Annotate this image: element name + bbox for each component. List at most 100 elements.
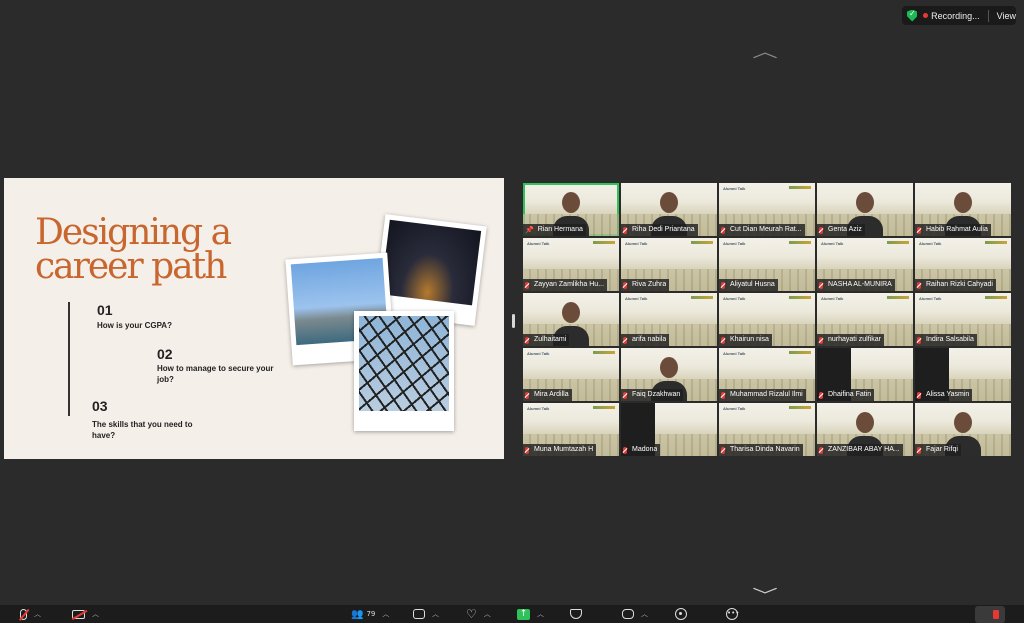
participant-name-bar: Genta Aziz [817, 224, 865, 236]
chat-button[interactable]: ︿ [413, 605, 439, 623]
participant-tile[interactable]: Alumni Talk Cut Dian Meurah Rat... [719, 183, 815, 236]
item-number: 01 [97, 302, 113, 318]
mic-muted-icon [721, 446, 725, 454]
security-button[interactable] [570, 605, 582, 623]
scroll-down-chevron-icon[interactable]: ﹀ [752, 582, 778, 606]
avatar [954, 192, 972, 213]
chevron-up-icon[interactable]: ︿ [34, 609, 41, 619]
participant-name: Zulhaitami [534, 336, 567, 343]
participants-button[interactable]: 👥 79 ︿ [351, 605, 389, 623]
scroll-up-chevron-icon[interactable]: ︿ [752, 38, 778, 62]
meeting-toolbar: ︿ ︿ 👥 79 ︿ ︿ ♡ ︿ ↑ ︿ ︿ ••• [0, 605, 1024, 623]
participant-tile[interactable]: Alumni Talk Mira Ardilla [523, 348, 619, 401]
resize-handle[interactable] [512, 314, 515, 328]
share-screen-button[interactable]: ↑ ︿ [517, 605, 544, 623]
mic-muted-icon [917, 391, 921, 399]
participant-name: arifa nabila [632, 336, 667, 343]
participant-name-bar: ZANZIBAR ABAY HA... [817, 444, 903, 456]
avatar [562, 192, 580, 213]
participants-count: 79 [366, 610, 376, 618]
mute-button[interactable]: ︿ [20, 605, 41, 623]
record-button[interactable] [675, 605, 687, 623]
video-button[interactable]: ︿ [72, 605, 99, 623]
avatar [856, 192, 874, 213]
participant-name-bar: Habib Rahmat Aulia [915, 224, 991, 236]
participant-name-bar: Riva Zuhra [621, 279, 670, 291]
participant-tile[interactable]: Alumni Talk arifa nabila [621, 293, 717, 346]
mic-muted-icon [623, 336, 627, 344]
participant-tile[interactable]: Zulhaitami [523, 293, 619, 346]
participant-name-bar: Zulhaitami [523, 334, 570, 346]
mic-muted-icon [917, 336, 921, 344]
participant-tile[interactable]: Alumni Talk Muhammad Rizalul Ilmi [719, 348, 815, 401]
thumbnail-title: Alumni Talk [723, 241, 746, 246]
logo-icon [691, 241, 713, 244]
photo-steel-structure [354, 311, 454, 431]
participant-tile[interactable]: Fajar Rifqi [915, 403, 1011, 456]
participant-name-bar: Fajar Rifqi [915, 444, 961, 456]
participant-tile[interactable]: Alumni Talk Raihan Rizki Cahyadi [915, 238, 1011, 291]
camera-off-icon [72, 609, 85, 619]
mic-muted-icon [819, 391, 823, 399]
chevron-up-icon[interactable]: ︿ [641, 609, 648, 619]
participant-tile[interactable]: Alumni Talk Tharisa Dinda Navarin [719, 403, 815, 456]
leave-button[interactable] [975, 606, 1005, 623]
avatar [660, 192, 678, 213]
participant-tile[interactable]: 📌 Rian Hermana [523, 183, 619, 236]
chevron-up-icon[interactable]: ︿ [382, 609, 389, 619]
chevron-up-icon[interactable]: ︿ [432, 609, 439, 619]
participant-tile[interactable]: Alumni Talk Indira Salsabila [915, 293, 1011, 346]
participant-name-bar: Indira Salsabila [915, 334, 977, 346]
participant-name: Genta Aziz [828, 226, 862, 233]
participant-name: Riva Zuhra [632, 281, 667, 288]
participant-name: Mira Ardilla [534, 391, 569, 398]
participant-tile[interactable]: Dhaifina Fatin [817, 348, 913, 401]
mic-muted-icon [525, 446, 529, 454]
participant-name: Rian Hermana [537, 226, 583, 233]
participant-tile[interactable]: Alumni Talk Riva Zuhra [621, 238, 717, 291]
logo-icon [789, 186, 811, 189]
participant-tile[interactable]: Alumni Talk Aliyatul Husna [719, 238, 815, 291]
participant-name: Indira Salsabila [926, 336, 974, 343]
slide-title-line1: Designing a [35, 212, 232, 253]
participant-tile[interactable]: Alumni Talk Khairun nisa [719, 293, 815, 346]
participant-name: ZANZIBAR ABAY HA... [828, 446, 900, 453]
item-number: 03 [92, 398, 108, 414]
mic-muted-icon [20, 608, 27, 620]
participant-tile[interactable]: Madona [621, 403, 717, 456]
avatar [660, 357, 678, 378]
participant-name: Muna Mumtazah H [534, 446, 594, 453]
participant-tile[interactable]: Alumni Talk Muna Mumtazah H [523, 403, 619, 456]
logo-icon [887, 241, 909, 244]
thumbnail-title: Alumni Talk [527, 406, 550, 411]
participant-tile[interactable]: Alumni Talk nurhayati zulfikar [817, 293, 913, 346]
recording-indicator[interactable]: Recording... View [902, 6, 1016, 25]
slide-title: Designing a career path [35, 212, 232, 285]
chevron-up-icon[interactable]: ︿ [92, 609, 99, 619]
heart-icon: ♡ [466, 607, 477, 621]
view-button[interactable]: View [997, 11, 1016, 21]
participant-tile[interactable]: Riha Dedi Priantana [621, 183, 717, 236]
item-text: How is your CGPA? [97, 321, 172, 330]
mic-muted-icon [623, 281, 627, 289]
mic-muted-icon [917, 226, 921, 234]
mic-muted-icon [525, 336, 529, 344]
participant-tile[interactable]: Alumni Talk NASHA AL-MUNIRA [817, 238, 913, 291]
participant-name-bar: Riha Dedi Priantana [621, 224, 698, 236]
chevron-up-icon[interactable]: ︿ [537, 609, 544, 619]
mic-muted-icon [525, 281, 529, 289]
participant-tile[interactable]: Alissa Yasmin [915, 348, 1011, 401]
participant-tile[interactable]: Faiq Dzakhwan [621, 348, 717, 401]
security-shield-icon [907, 9, 918, 22]
apps-button[interactable]: ︿ [622, 605, 648, 623]
more-dots-icon: ••• [726, 608, 739, 620]
participant-tile[interactable]: Alumni Talk Zayyan Zamlikha Hu... [523, 238, 619, 291]
mic-muted-icon [917, 281, 921, 289]
react-button[interactable]: ♡ ︿ [466, 605, 491, 623]
participant-tile[interactable]: Genta Aziz [817, 183, 913, 236]
mic-muted-icon [819, 226, 823, 234]
more-button[interactable]: ••• [726, 605, 739, 623]
chevron-up-icon[interactable]: ︿ [484, 609, 491, 619]
participant-tile[interactable]: ZANZIBAR ABAY HA... [817, 403, 913, 456]
participant-tile[interactable]: Habib Rahmat Aulia [915, 183, 1011, 236]
